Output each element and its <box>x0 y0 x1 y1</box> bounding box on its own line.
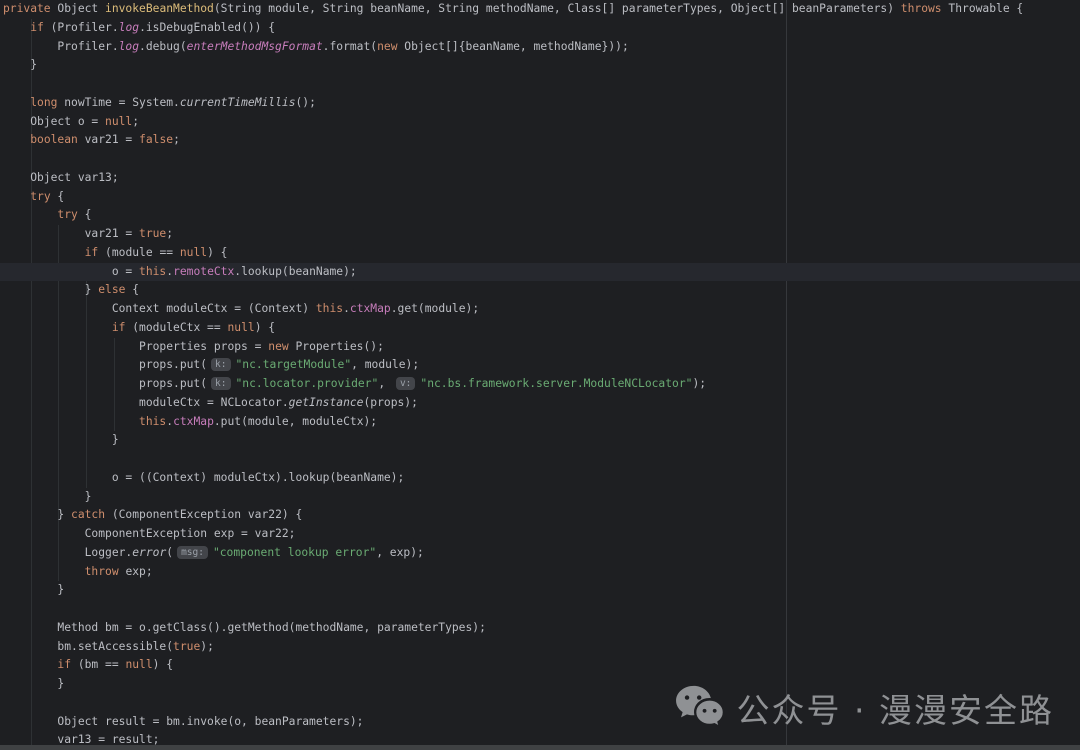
code-line[interactable]: } catch (ComponentException var22) { <box>3 506 1080 525</box>
code-line[interactable]: Method bm = o.getClass().getMethod(metho… <box>3 619 1080 638</box>
code-line[interactable] <box>3 75 1080 94</box>
code-line[interactable] <box>3 150 1080 169</box>
code-line[interactable]: } else { <box>3 281 1080 300</box>
code-line[interactable]: var21 = true; <box>3 225 1080 244</box>
code-line[interactable]: if (bm == null) { <box>3 656 1080 675</box>
code-line[interactable]: Context moduleCtx = (Context) this.ctxMa… <box>3 300 1080 319</box>
code-line[interactable]: boolean var21 = false; <box>3 131 1080 150</box>
code-line[interactable] <box>3 450 1080 469</box>
bottom-strip <box>0 745 1080 750</box>
code-line[interactable]: bm.setAccessible(true); <box>3 638 1080 657</box>
code-line[interactable]: Properties props = new Properties(); <box>3 338 1080 357</box>
code-line[interactable]: private Object invokeBeanMethod(String m… <box>3 0 1080 19</box>
code-line[interactable]: props.put(k:"nc.locator.provider", v:"nc… <box>3 375 1080 394</box>
code-line[interactable]: this.ctxMap.put(module, moduleCtx); <box>3 413 1080 432</box>
code-editor[interactable]: private Object invokeBeanMethod(String m… <box>0 0 1080 750</box>
code-line[interactable]: long nowTime = System.currentTimeMillis(… <box>3 94 1080 113</box>
code-line[interactable]: try { <box>3 206 1080 225</box>
code-line[interactable]: if (module == null) { <box>3 244 1080 263</box>
code-line[interactable]: throw exp; <box>3 563 1080 582</box>
code-line[interactable]: } <box>3 488 1080 507</box>
watermark: 公众号 · 漫漫安全路 <box>674 684 1054 732</box>
code-line[interactable]: if (moduleCtx == null) { <box>3 319 1080 338</box>
code-line[interactable]: Object o = null; <box>3 113 1080 132</box>
code-line[interactable]: props.put(k:"nc.targetModule", module); <box>3 356 1080 375</box>
code-line[interactable]: if (Profiler.log.isDebugEnabled()) { <box>3 19 1080 38</box>
code-line[interactable]: moduleCtx = NCLocator.getInstance(props)… <box>3 394 1080 413</box>
code-line-caret[interactable]: o = this.remoteCtx.lookup(beanName); <box>0 263 1080 282</box>
code-line[interactable]: Object var13; <box>3 169 1080 188</box>
code-line[interactable]: o = ((Context) moduleCtx).lookup(beanNam… <box>3 469 1080 488</box>
code-area[interactable]: private Object invokeBeanMethod(String m… <box>0 0 1080 750</box>
code-line[interactable]: Profiler.log.debug(enterMethodMsgFormat.… <box>3 38 1080 57</box>
code-line[interactable]: ComponentException exp = var22; <box>3 525 1080 544</box>
code-line[interactable] <box>3 600 1080 619</box>
code-line[interactable]: } <box>3 431 1080 450</box>
code-line[interactable]: Logger.error(msg:"component lookup error… <box>3 544 1080 563</box>
code-line[interactable]: } <box>3 581 1080 600</box>
watermark-text: 公众号 · 漫漫安全路 <box>737 684 1054 732</box>
code-line[interactable]: try { <box>3 188 1080 207</box>
wechat-icon <box>674 684 724 732</box>
code-line[interactable]: } <box>3 56 1080 75</box>
